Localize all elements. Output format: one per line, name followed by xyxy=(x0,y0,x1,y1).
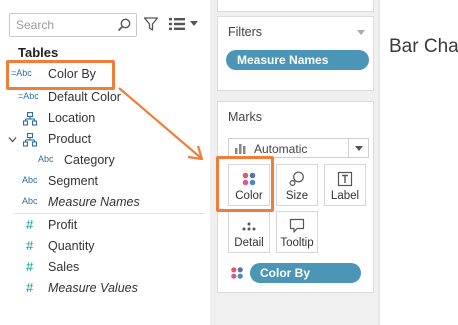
size-button[interactable]: Size xyxy=(276,164,318,206)
field-sales[interactable]: # Sales xyxy=(0,258,205,278)
field-measure-values[interactable]: # Measure Values xyxy=(0,279,205,299)
label-icon xyxy=(337,171,353,187)
search-input[interactable] xyxy=(16,17,116,33)
chevron-down-icon[interactable] xyxy=(190,21,198,27)
field-label: Segment xyxy=(48,174,99,188)
tooltip-button-label: Tooltip xyxy=(280,237,314,249)
label-button-label: Label xyxy=(330,190,360,202)
color-by-highlight-box xyxy=(6,60,115,90)
field-location[interactable]: Location xyxy=(0,109,205,129)
field-label: Profit xyxy=(48,218,78,232)
search-icon[interactable] xyxy=(116,17,132,33)
detail-button[interactable]: Detail xyxy=(228,211,270,253)
search-box[interactable] xyxy=(9,13,137,37)
mark-type-label: Automatic xyxy=(254,142,308,156)
detail-button-label: Detail xyxy=(234,237,264,249)
field-label: Measure Values xyxy=(48,281,138,295)
list-view-icon[interactable] xyxy=(168,16,186,32)
chevron-down-icon[interactable] xyxy=(357,30,365,35)
filters-title: Filters xyxy=(228,25,263,39)
string-icon: Abc xyxy=(22,196,38,206)
field-label: Measure Names xyxy=(48,195,140,209)
mark-type-caret-box[interactable] xyxy=(348,139,368,157)
string-icon: Abc xyxy=(38,154,54,164)
field-measure-names[interactable]: Abc Measure Names xyxy=(0,193,205,213)
view-area: Bar Cha xyxy=(380,0,458,325)
field-product[interactable]: Product xyxy=(0,130,205,150)
filters-card: Filters Measure Names xyxy=(217,16,374,91)
view-title: Bar Cha xyxy=(389,36,458,57)
filter-pill-measure-names[interactable]: Measure Names xyxy=(226,50,369,70)
field-label: Category xyxy=(64,153,115,167)
mark-type-icon xyxy=(235,144,246,154)
label-button[interactable]: Label xyxy=(324,164,366,206)
tooltip-button[interactable]: Tooltip xyxy=(276,211,318,253)
number-icon: # xyxy=(26,238,34,253)
size-button-label: Size xyxy=(285,190,309,202)
tables-heading: Tables xyxy=(18,45,59,60)
mark-type-dropdown[interactable]: Automatic xyxy=(228,138,369,158)
field-label: Quantity xyxy=(48,239,95,253)
filter-icon[interactable] xyxy=(143,16,159,32)
pages-card xyxy=(217,0,374,12)
calculated-string-icon: =Abc xyxy=(18,91,39,101)
dimension-measure-divider xyxy=(14,213,204,214)
field-category[interactable]: Abc Category xyxy=(0,151,205,171)
number-icon: # xyxy=(26,259,34,274)
size-icon xyxy=(289,171,304,187)
number-icon: # xyxy=(26,280,34,295)
chevron-down-icon[interactable] xyxy=(8,135,17,144)
marks-title: Marks xyxy=(228,110,263,124)
tooltip-icon xyxy=(289,218,305,233)
field-label: Location xyxy=(48,111,96,125)
hierarchy-icon xyxy=(23,112,37,126)
field-default-color[interactable]: =Abc Default Color xyxy=(0,88,205,108)
number-icon: # xyxy=(26,217,34,232)
data-pane: Tables =Abc Color By =Abc Default Color … xyxy=(0,0,210,325)
field-label: Product xyxy=(48,132,92,146)
hierarchy-icon xyxy=(23,133,37,147)
field-quantity[interactable]: # Quantity xyxy=(0,237,205,257)
string-icon: Abc xyxy=(22,175,38,185)
color-button-highlight-box xyxy=(216,156,274,212)
color-by-pill[interactable]: Color By xyxy=(250,263,361,283)
field-profit[interactable]: # Profit xyxy=(0,216,205,236)
field-label: Sales xyxy=(48,260,80,274)
color-palette-icon xyxy=(231,267,243,279)
detail-icon xyxy=(242,222,256,231)
field-label: Default Color xyxy=(48,90,121,104)
field-segment[interactable]: Abc Segment xyxy=(0,172,205,192)
chevron-down-icon xyxy=(355,146,363,151)
